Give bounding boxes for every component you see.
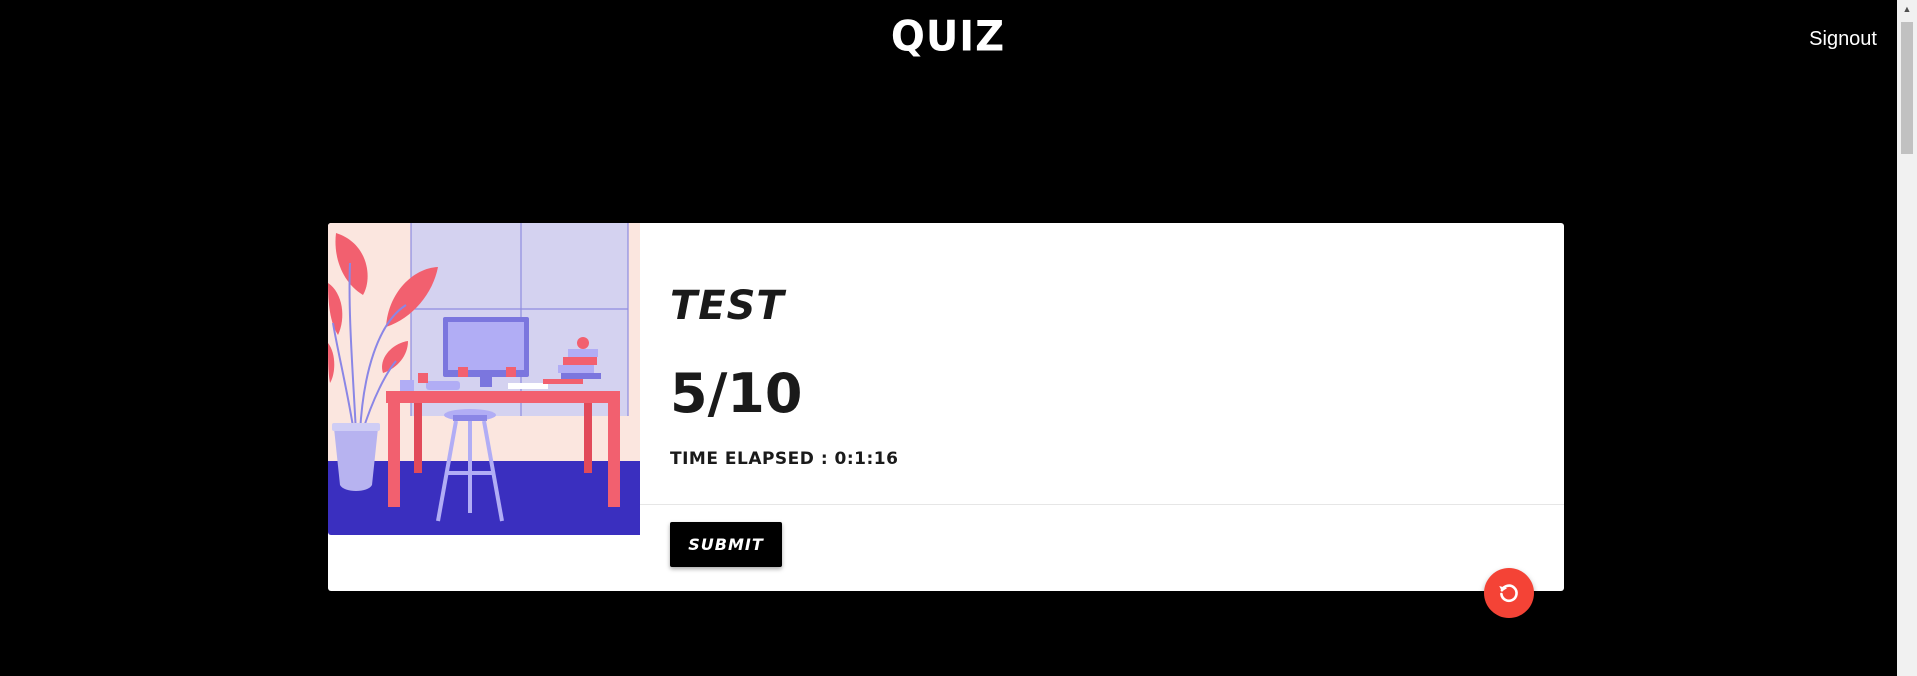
card-content: TEST 5/10 TIME ELAPSED : 0:1:16 <box>640 223 1564 505</box>
scrollbar-thumb[interactable] <box>1901 22 1913 154</box>
card-action: SUBMIT <box>640 505 1564 591</box>
quiz-page: QUIZ Signout ▲ TEST 5/10 TIME ELAPSED: … <box>0 0 1917 676</box>
refresh-icon <box>1499 584 1518 603</box>
scroll-down-arrow-icon[interactable] <box>1897 658 1917 676</box>
quiz-score: 5/10 <box>670 362 803 425</box>
scroll-up-arrow-icon[interactable]: ▲ <box>1897 0 1917 18</box>
quiz-result-card: TEST 5/10 TIME ELAPSED : 0:1:16 SUBMIT <box>328 223 1564 618</box>
app-logo: QUIZ <box>890 12 1006 62</box>
submit-button[interactable]: SUBMIT <box>670 522 782 567</box>
retry-button[interactable] <box>1484 568 1534 618</box>
desk-illustration <box>328 223 640 535</box>
time-elapsed: TIME ELAPSED : 0:1:16 <box>670 449 899 469</box>
quiz-title: TEST <box>670 283 785 329</box>
vertical-scrollbar[interactable]: ▲ <box>1897 0 1917 676</box>
signout-link[interactable]: Signout <box>1809 28 1877 51</box>
